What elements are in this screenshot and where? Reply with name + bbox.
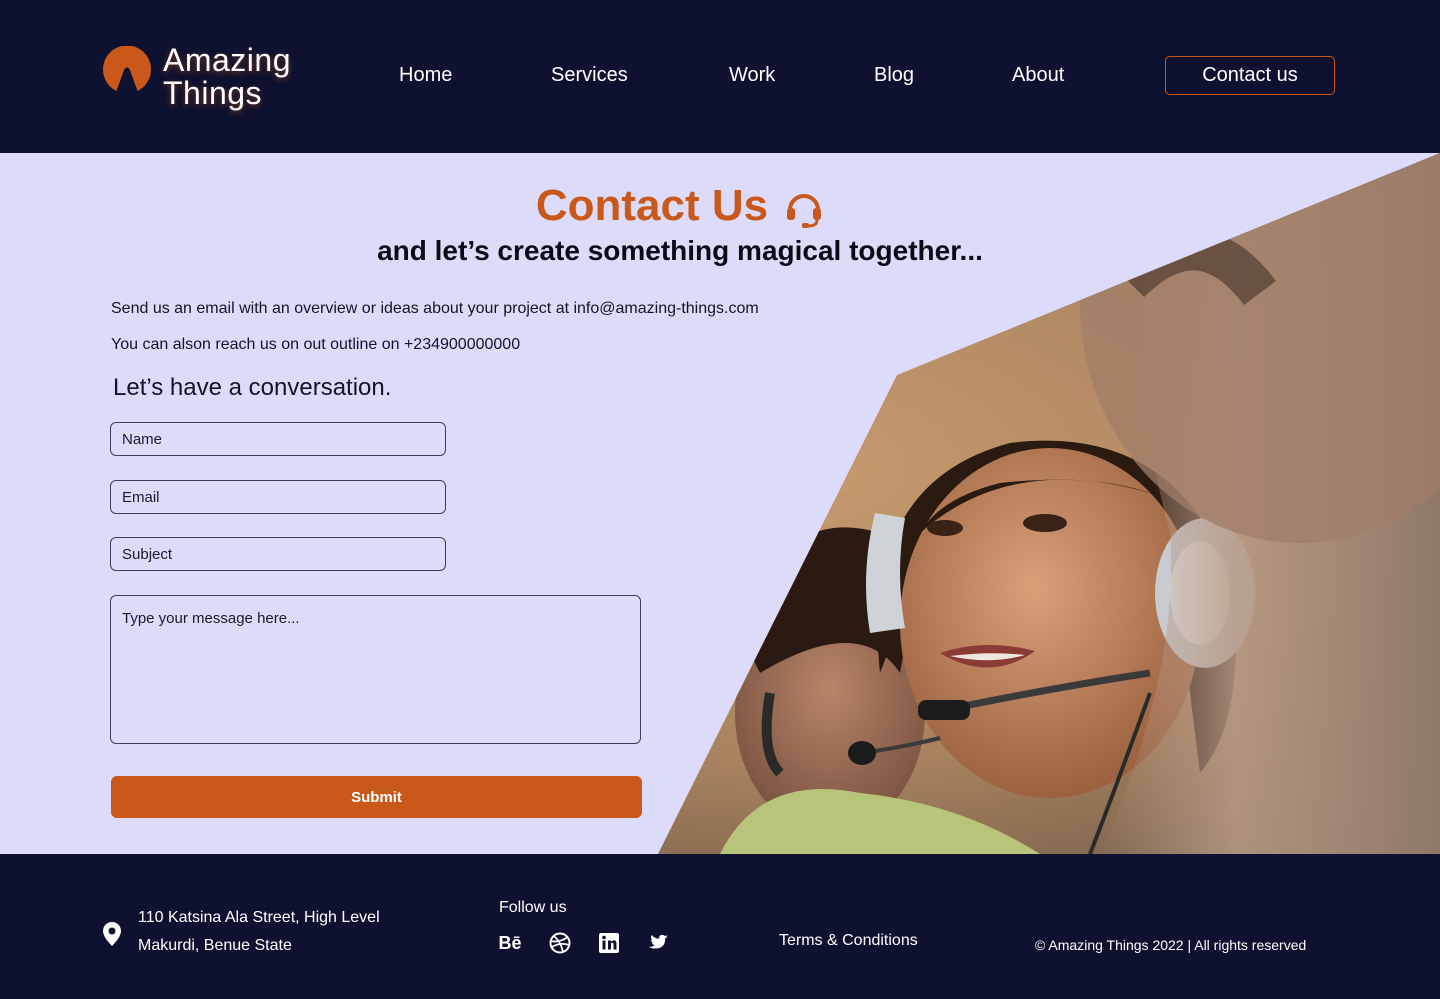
logo-text: Amazing Things	[163, 44, 291, 110]
nav-work[interactable]: Work	[729, 62, 775, 88]
terms-link[interactable]: Terms & Conditions	[779, 931, 918, 951]
address-line2: Makurdi, Benue State	[138, 937, 292, 954]
name-input[interactable]	[110, 422, 446, 456]
logo-line2: Things	[163, 75, 263, 111]
address-line1: 110 Katsina Ala Street, High Level	[138, 909, 380, 926]
headset-icon	[787, 194, 822, 228]
nav-home[interactable]: Home	[399, 62, 452, 88]
twitter-icon[interactable]	[647, 932, 669, 954]
contact-us-button[interactable]: Contact us	[1165, 56, 1335, 95]
nav-services[interactable]: Services	[551, 62, 628, 88]
linkedin-icon[interactable]	[598, 932, 620, 954]
page-subtitle: and let’s create something magical toget…	[377, 235, 983, 266]
message-textarea[interactable]	[110, 595, 641, 744]
logo-line1: Amazing	[163, 42, 291, 78]
page-title: Contact Us	[535, 181, 769, 230]
submit-button[interactable]: Submit	[111, 776, 642, 818]
email-info-text: Send us an email with an overview or ide…	[111, 300, 759, 317]
email-input[interactable]	[110, 480, 446, 514]
subject-input[interactable]	[110, 537, 446, 571]
contact-section: Contact Us and let’s create something ma…	[0, 153, 1440, 854]
phone-info-text: You can alson reach us on out outline on…	[111, 336, 521, 353]
site-header: Amazing Things Home Services Work Blog A…	[0, 0, 1440, 153]
conversation-heading: Let’s have a conversation.	[113, 374, 392, 401]
title-row: Contact Us	[0, 181, 1360, 231]
logo-icon	[103, 46, 151, 91]
site-footer: 110 Katsina Ala Street, High Level Makur…	[0, 854, 1440, 999]
logo[interactable]: Amazing Things	[102, 44, 291, 110]
location-pin-icon	[103, 922, 121, 946]
follow-us-label: Follow us	[499, 899, 567, 916]
copyright-text: © Amazing Things 2022 | All rights reser…	[1035, 937, 1307, 953]
dribbble-icon[interactable]	[549, 932, 571, 954]
nav-about[interactable]: About	[1012, 62, 1064, 88]
behance-icon[interactable]: Bē	[499, 932, 522, 954]
nav-blog[interactable]: Blog	[874, 62, 914, 88]
